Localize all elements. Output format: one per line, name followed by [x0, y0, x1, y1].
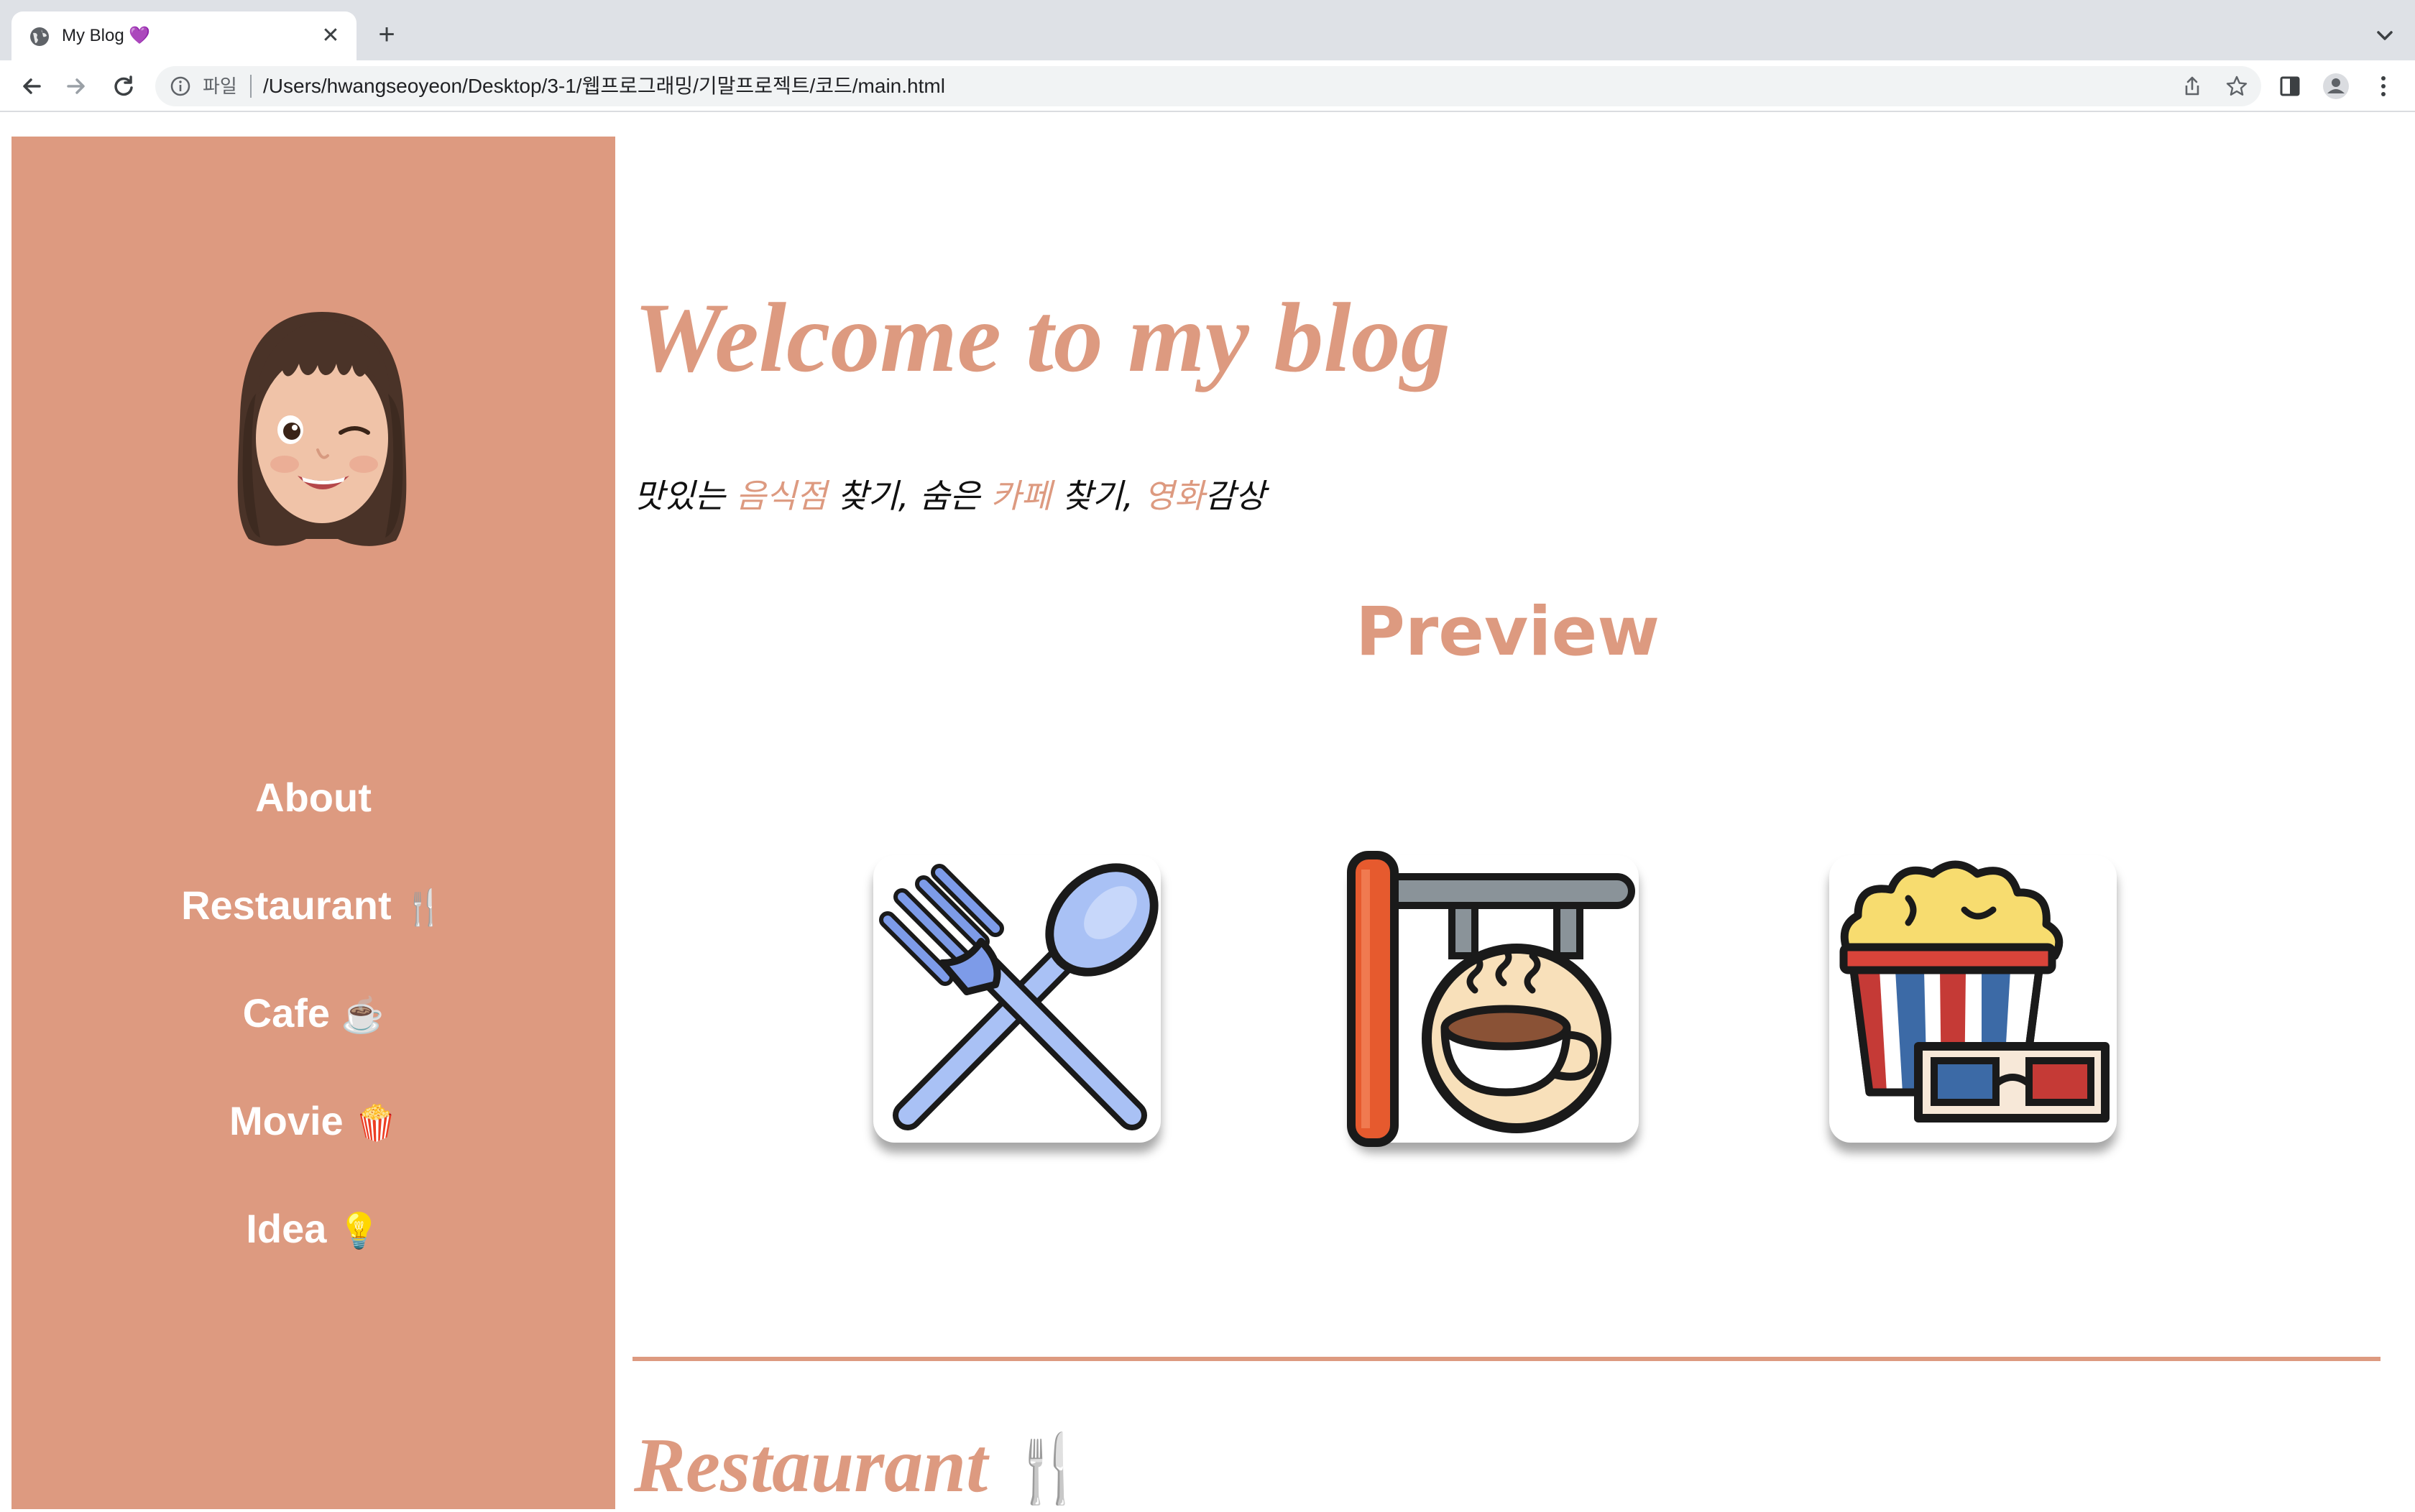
- section-title-label: Restaurant: [634, 1423, 988, 1508]
- fork-knife-icon: 🍴: [402, 889, 446, 927]
- tagline-text: 찾기, 숨은: [827, 476, 991, 515]
- side-panel-icon[interactable]: [2274, 70, 2306, 102]
- sidebar: About Restaurant 🍴 Cafe ☕ Movie 🍿 Idea 💡: [12, 137, 615, 1509]
- coffee-cup-icon: ☕: [341, 997, 385, 1035]
- tagline-accent-food: 음식점: [735, 476, 827, 515]
- memoji-avatar: [237, 312, 407, 546]
- globe-icon: [30, 27, 49, 46]
- main-content: Welcome to my blog 맛있는 음식점 찾기, 숨은 카페 찾기,…: [625, 137, 2393, 1509]
- sidebar-item-label: Cafe: [242, 990, 331, 1036]
- tagline-text: 감상: [1205, 476, 1266, 515]
- bookmark-star-icon[interactable]: [2225, 75, 2248, 98]
- tab-strip: My Blog 💜 ✕ +: [0, 0, 2415, 60]
- tagline-text: 맛있는: [634, 476, 736, 515]
- browser-toolbar: 파일 /Users/hwangseoyeon/Desktop/3-1/웹프로그래…: [0, 60, 2415, 112]
- sidebar-item-label: Movie: [229, 1098, 344, 1143]
- tab-close-icon[interactable]: ✕: [318, 23, 344, 49]
- fork-spoon-icon: [879, 863, 1159, 1130]
- sidebar-nav: About Restaurant 🍴 Cafe ☕ Movie 🍿 Idea 💡: [12, 755, 615, 1294]
- tab-title: My Blog 💜: [62, 26, 151, 45]
- tagline-text: 찾기,: [1051, 476, 1144, 515]
- popcorn-3d-glasses-icon: [1839, 860, 2110, 1123]
- preview-card-restaurant[interactable]: [873, 855, 1161, 1143]
- popcorn-icon: 🍿: [354, 1105, 398, 1143]
- sidebar-item-label: About: [255, 775, 372, 820]
- cafe-sign-icon: [1347, 851, 1635, 1147]
- tagline: 맛있는 음식점 찾기, 숨은 카페 찾기, 영화감상: [634, 474, 1266, 517]
- browser-tab[interactable]: My Blog 💜 ✕: [12, 11, 356, 60]
- page-title: Welcome to my blog: [634, 282, 1450, 392]
- sidebar-item-cafe[interactable]: Cafe ☕: [12, 970, 615, 1078]
- address-bar[interactable]: 파일 /Users/hwangseoyeon/Desktop/3-1/웹프로그래…: [155, 66, 2261, 106]
- preview-card-movie[interactable]: [1829, 855, 2117, 1143]
- sidebar-item-movie[interactable]: Movie 🍿: [12, 1078, 615, 1186]
- section-title-restaurant: Restaurant 🍴: [634, 1423, 1090, 1512]
- address-url[interactable]: /Users/hwangseoyeon/Desktop/3-1/웹프로그래밍/기…: [263, 73, 945, 99]
- tagline-accent-movie: 영화: [1144, 476, 1205, 515]
- preview-heading: Preview: [1355, 593, 1660, 671]
- kebab-menu-icon[interactable]: [2368, 70, 2399, 102]
- preview-card-cafe[interactable]: [1347, 851, 1639, 1147]
- light-bulb-icon: 💡: [337, 1212, 381, 1250]
- tagline-accent-cafe: 카페: [990, 476, 1052, 515]
- profile-avatar-icon[interactable]: [2320, 70, 2352, 102]
- section-divider: [632, 1357, 2380, 1361]
- address-scheme-label: 파일: [203, 75, 237, 97]
- tab-search-chevron-icon[interactable]: [2369, 20, 2401, 52]
- info-icon[interactable]: [170, 75, 191, 97]
- sidebar-item-idea[interactable]: Idea 💡: [12, 1186, 615, 1294]
- share-icon[interactable]: [2181, 75, 2204, 98]
- sidebar-item-label: Idea: [246, 1206, 327, 1251]
- address-separator: [250, 75, 252, 98]
- sidebar-item-label: Restaurant: [181, 882, 392, 928]
- new-tab-button[interactable]: +: [371, 20, 402, 52]
- reload-icon[interactable]: [108, 70, 139, 102]
- sidebar-item-about[interactable]: About: [12, 755, 615, 862]
- forward-arrow-icon[interactable]: [60, 70, 92, 102]
- back-arrow-icon[interactable]: [16, 70, 47, 102]
- fork-knife-icon: 🍴: [1007, 1432, 1090, 1506]
- sidebar-item-restaurant[interactable]: Restaurant 🍴: [12, 862, 615, 970]
